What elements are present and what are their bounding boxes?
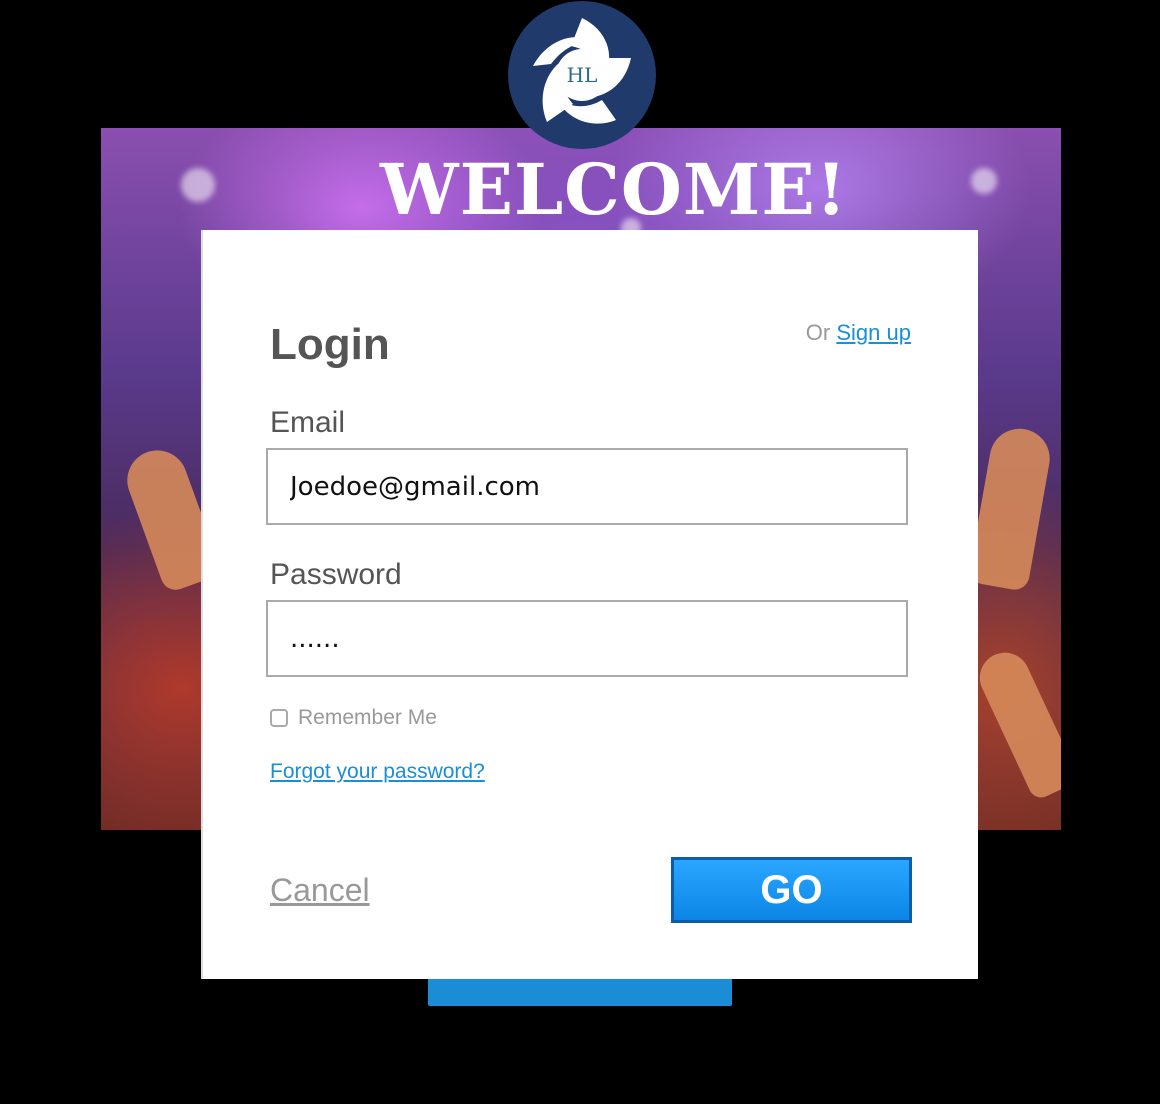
go-button[interactable]: GO [671,857,912,923]
forgot-password-link[interactable]: Forgot your password? [270,760,485,784]
signup-prompt: Or Sign up [806,320,911,346]
crowd-hand [967,424,1055,592]
hl-logo: HL [508,1,656,149]
remember-me: Remember Me [270,706,437,730]
email-label: Email [270,406,346,439]
email-field[interactable] [266,448,908,525]
logo-text: HL [567,63,598,87]
remember-label: Remember Me [298,706,437,729]
stage-light [971,168,997,194]
password-field[interactable] [266,600,908,677]
login-card: Login Or Sign up Email Password Remember… [201,230,978,979]
cancel-button[interactable]: Cancel [270,872,370,909]
password-label: Password [270,558,402,591]
signup-link[interactable]: Sign up [836,320,911,345]
welcome-heading: WELCOME! [380,148,848,231]
crowd-hand [971,644,1061,802]
stage-light [181,168,215,202]
login-title: Login [270,320,390,369]
signup-prefix: Or [805,320,831,345]
remember-checkbox[interactable] [270,709,288,727]
